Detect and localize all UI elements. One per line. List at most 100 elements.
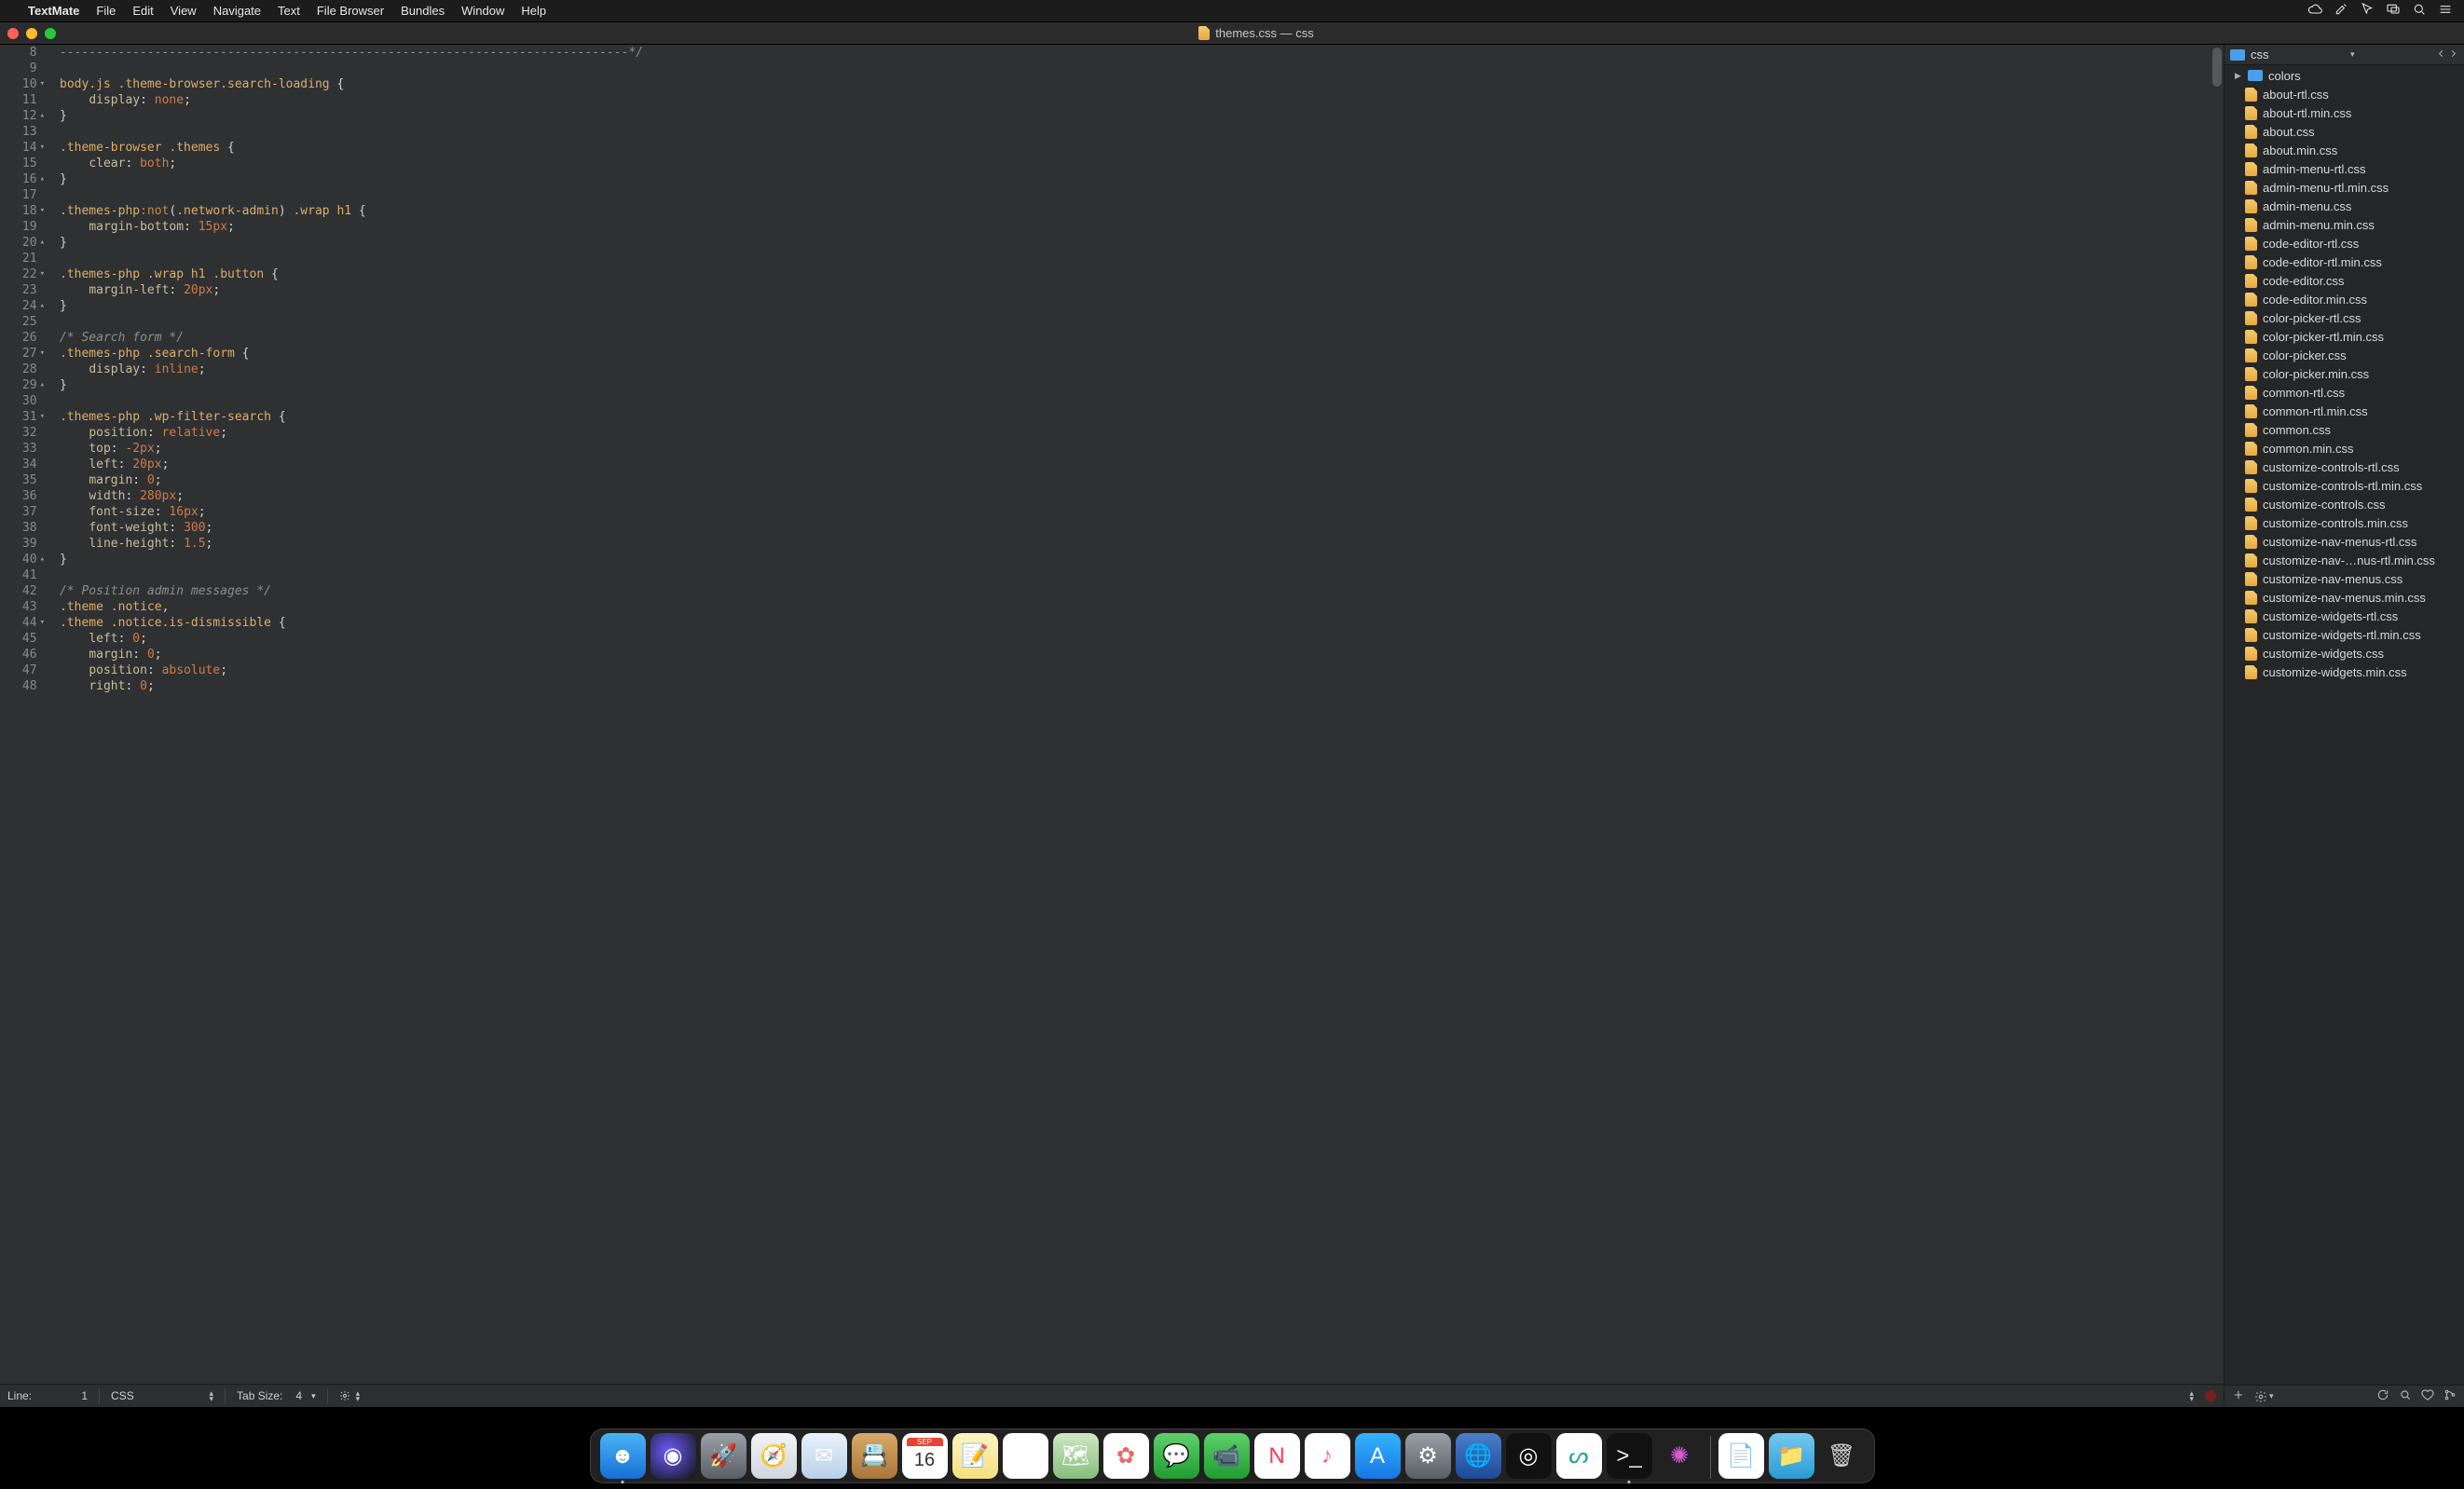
code-line[interactable]: position: relative; [60, 425, 2211, 441]
code-line[interactable]: } [60, 171, 2211, 187]
spotlight-icon[interactable] [2412, 2, 2427, 20]
code-line[interactable]: position: absolute; [60, 663, 2211, 678]
control-center-icon[interactable] [2438, 2, 2453, 20]
dock-safari[interactable]: 🧭 [751, 1433, 797, 1479]
fb-file[interactable]: admin-menu.min.css [2224, 215, 2464, 234]
code-line[interactable]: font-size: 16px; [60, 504, 2211, 520]
fb-file[interactable]: admin-menu-rtl.min.css [2224, 178, 2464, 197]
fb-file[interactable]: customize-nav-menus-rtl.css [2224, 532, 2464, 551]
gutter-line[interactable]: 8 [0, 45, 45, 61]
dock-appstore[interactable]: A [1355, 1433, 1401, 1479]
code-line[interactable] [60, 393, 2211, 409]
dock-music[interactable]: ♪ [1305, 1433, 1350, 1479]
code-line[interactable]: .themes-php .search-form { [60, 346, 2211, 362]
fb-file[interactable]: customize-controls.css [2224, 495, 2464, 513]
code-line[interactable]: margin: 0; [60, 647, 2211, 663]
menu-view[interactable]: View [171, 4, 197, 18]
code-line[interactable]: } [60, 108, 2211, 124]
fb-file[interactable]: color-picker-rtl.min.css [2224, 327, 2464, 346]
fb-file[interactable]: color-picker.min.css [2224, 364, 2464, 383]
gutter-line[interactable]: 37 [0, 504, 45, 520]
code-line[interactable]: top: -2px; [60, 441, 2211, 457]
dock-calendar[interactable]: SEP16 [902, 1433, 948, 1479]
chevron-down-icon[interactable]: ▾ [2350, 49, 2355, 60]
menu-file-browser[interactable]: File Browser [317, 4, 384, 18]
gutter-line[interactable]: 31▾ [0, 409, 45, 425]
fb-file[interactable]: about.css [2224, 122, 2464, 141]
fb-file[interactable]: customize-controls-rtl.css [2224, 458, 2464, 476]
fb-file[interactable]: color-picker-rtl.css [2224, 308, 2464, 327]
dock-launchpad[interactable]: 🚀 [701, 1433, 746, 1479]
fb-file[interactable]: common.css [2224, 420, 2464, 439]
gutter-line[interactable]: 48 [0, 678, 45, 694]
dock-globe[interactable]: 🌐 [1456, 1433, 1501, 1479]
gutter-line[interactable]: 35 [0, 472, 45, 488]
minimize-button[interactable] [26, 28, 37, 39]
fb-file[interactable]: admin-menu.css [2224, 197, 2464, 215]
code-line[interactable]: .themes-php .wrap h1 .button { [60, 266, 2211, 282]
fb-file[interactable]: customize-widgets.min.css [2224, 663, 2464, 681]
dock-siri[interactable]: ◉ [650, 1433, 696, 1479]
fb-file[interactable]: code-editor.min.css [2224, 290, 2464, 308]
menu-file[interactable]: File [96, 4, 116, 18]
dock-terminal[interactable]: >_ [1607, 1433, 1652, 1479]
fb-back-button[interactable] [2436, 48, 2446, 61]
gutter-line[interactable]: 34 [0, 457, 45, 472]
fb-file[interactable]: customize-nav-menus.min.css [2224, 588, 2464, 607]
gutter-line[interactable]: 18▾ [0, 203, 45, 219]
gutter[interactable]: 8 9 10▾11 12▴13 14▾15 16▴17 18▾19 20▴21 … [0, 45, 48, 1384]
disclosure-triangle-icon[interactable]: ▶ [2234, 71, 2242, 81]
fb-file[interactable]: code-editor-rtl.css [2224, 234, 2464, 253]
fb-file[interactable]: common-rtl.min.css [2224, 402, 2464, 420]
code-line[interactable] [60, 187, 2211, 203]
code-line[interactable] [60, 251, 2211, 266]
dock-disk[interactable]: ◎ [1506, 1433, 1552, 1479]
cursor-icon[interactable] [2360, 2, 2375, 20]
gutter-line[interactable]: 42 [0, 583, 45, 599]
code-line[interactable]: /* Search form */ [60, 330, 2211, 346]
code-line[interactable]: .theme .notice.is-dismissible { [60, 615, 2211, 631]
fb-file[interactable]: customize-widgets-rtl.css [2224, 607, 2464, 625]
gutter-line[interactable]: 9 [0, 61, 45, 76]
fb-search-button[interactable] [2399, 1388, 2412, 1404]
menu-help[interactable]: Help [521, 4, 546, 18]
fb-file[interactable]: customize-nav-…nus-rtl.min.css [2224, 551, 2464, 569]
gutter-line[interactable]: 45 [0, 631, 45, 647]
fb-file[interactable]: about.min.css [2224, 141, 2464, 159]
code-line[interactable]: right: 0; [60, 678, 2211, 694]
code-line[interactable]: } [60, 552, 2211, 567]
editor[interactable]: 8 9 10▾11 12▴13 14▾15 16▴17 18▾19 20▴21 … [0, 45, 2224, 1384]
status-tabsize-popup[interactable]: Tab Size: 4 ▾ [237, 1389, 316, 1402]
dock-facetime[interactable]: 📹 [1204, 1433, 1250, 1479]
gutter-line[interactable]: 12▴ [0, 108, 45, 124]
code-line[interactable]: } [60, 298, 2211, 314]
menu-navigate[interactable]: Navigate [213, 4, 261, 18]
gutter-line[interactable]: 40▴ [0, 552, 45, 567]
gutter-line[interactable]: 43 [0, 599, 45, 615]
dock-photos[interactable]: ✿ [1103, 1433, 1149, 1479]
cloud-icon[interactable] [2307, 2, 2322, 20]
menu-text[interactable]: Text [278, 4, 300, 18]
code-area[interactable]: ----------------------------------------… [48, 45, 2211, 1384]
fb-folder[interactable]: ▶colors [2224, 66, 2464, 85]
gutter-line[interactable]: 27▾ [0, 346, 45, 362]
gutter-line[interactable]: 15 [0, 156, 45, 171]
gutter-line[interactable]: 36 [0, 488, 45, 504]
dock-trash[interactable]: 🗑 [1819, 1433, 1865, 1479]
fb-file[interactable]: customize-widgets.css [2224, 644, 2464, 663]
code-line[interactable]: .theme-browser .themes { [60, 140, 2211, 156]
gutter-line[interactable]: 30 [0, 393, 45, 409]
code-line[interactable]: line-height: 1.5; [60, 536, 2211, 552]
code-line[interactable]: /* Position admin messages */ [60, 583, 2211, 599]
scrollbar-thumb[interactable] [2212, 48, 2222, 87]
code-line[interactable]: .theme .notice, [60, 599, 2211, 615]
fb-file[interactable]: common-rtl.css [2224, 383, 2464, 402]
code-line[interactable] [60, 61, 2211, 76]
dock-document[interactable]: 📄 [1718, 1433, 1764, 1479]
fb-file[interactable]: common.min.css [2224, 439, 2464, 458]
symbol-popup[interactable]: ▴▾ [2189, 1390, 2194, 1401]
fb-gear-popup[interactable]: ▾ [2254, 1390, 2274, 1403]
gutter-line[interactable]: 28 [0, 362, 45, 377]
fb-file[interactable]: code-editor.css [2224, 271, 2464, 290]
code-line[interactable]: ----------------------------------------… [60, 45, 2211, 61]
